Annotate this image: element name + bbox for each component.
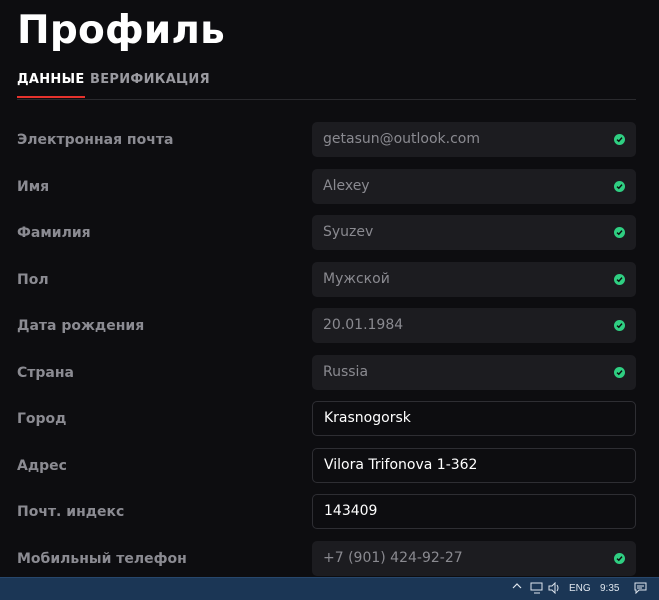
verified-check-icon xyxy=(614,227,625,238)
volume-icon[interactable] xyxy=(548,581,562,597)
address-input[interactable]: Vilora Trifonova 1-362 xyxy=(312,448,636,483)
city-value: Krasnogorsk xyxy=(324,410,411,426)
verified-check-icon xyxy=(614,367,625,378)
row-last-name: Фамилия Syuzev xyxy=(17,215,636,250)
row-city: Город Krasnogorsk xyxy=(17,401,636,436)
postal-code-value: 143409 xyxy=(324,503,378,519)
row-gender: Пол Мужской xyxy=(17,262,636,297)
country-label: Страна xyxy=(17,365,74,381)
verified-check-icon xyxy=(614,181,625,192)
country-field: Russia xyxy=(312,355,636,390)
network-icon[interactable] xyxy=(530,582,544,597)
email-value: getasun@outlook.com xyxy=(323,131,481,147)
last-name-field: Syuzev xyxy=(312,215,636,250)
phone-value: +7 (901) 424-92-27 xyxy=(323,550,463,566)
notification-icon[interactable] xyxy=(634,582,647,597)
email-label: Электронная почта xyxy=(17,132,174,148)
email-field: getasun@outlook.com xyxy=(312,122,636,157)
birth-date-label: Дата рождения xyxy=(17,318,145,334)
clock[interactable]: 9:35 xyxy=(600,583,619,594)
gender-field: Мужской xyxy=(312,262,636,297)
city-label: Город xyxy=(17,411,67,427)
verified-check-icon xyxy=(614,134,625,145)
birth-date-value: 20.01.1984 xyxy=(323,317,404,333)
row-address: Адрес Vilora Trifonova 1-362 xyxy=(17,448,636,483)
birth-date-field: 20.01.1984 xyxy=(312,308,636,343)
tab-verification[interactable]: ВЕРИФИКАЦИЯ xyxy=(90,72,210,87)
windows-taskbar: ENG 9:35 xyxy=(0,577,659,600)
profile-tabs: ДАННЫЕ ВЕРИФИКАЦИЯ xyxy=(17,70,636,100)
row-postal-code: Почт. индекс 143409 xyxy=(17,494,636,529)
address-label: Адрес xyxy=(17,458,67,474)
tab-data[interactable]: ДАННЫЕ xyxy=(17,72,85,98)
gender-label: Пол xyxy=(17,272,49,288)
phone-label: Мобильный телефон xyxy=(17,551,187,567)
row-birth-date: Дата рождения 20.01.1984 xyxy=(17,308,636,343)
address-value: Vilora Trifonova 1-362 xyxy=(324,457,478,473)
language-indicator[interactable]: ENG xyxy=(569,583,591,594)
verified-check-icon xyxy=(614,274,625,285)
postal-code-input[interactable]: 143409 xyxy=(312,494,636,529)
chevron-up-icon[interactable] xyxy=(512,581,522,594)
page-title: Профиль xyxy=(17,8,225,53)
last-name-label: Фамилия xyxy=(17,225,91,241)
profile-page: Профиль ДАННЫЕ ВЕРИФИКАЦИЯ Электронная п… xyxy=(0,0,659,577)
row-first-name: Имя Alexey xyxy=(17,169,636,204)
verified-check-icon xyxy=(614,553,625,564)
last-name-value: Syuzev xyxy=(323,224,374,240)
country-value: Russia xyxy=(323,364,369,380)
row-country: Страна Russia xyxy=(17,355,636,390)
postal-code-label: Почт. индекс xyxy=(17,504,125,520)
first-name-label: Имя xyxy=(17,179,50,195)
verified-check-icon xyxy=(614,320,625,331)
gender-value: Мужской xyxy=(323,271,390,287)
phone-field: +7 (901) 424-92-27 xyxy=(312,541,636,576)
row-email: Электронная почта getasun@outlook.com xyxy=(17,122,636,157)
first-name-value: Alexey xyxy=(323,178,370,194)
city-input[interactable]: Krasnogorsk xyxy=(312,401,636,436)
first-name-field: Alexey xyxy=(312,169,636,204)
row-phone: Мобильный телефон +7 (901) 424-92-27 xyxy=(17,541,636,576)
